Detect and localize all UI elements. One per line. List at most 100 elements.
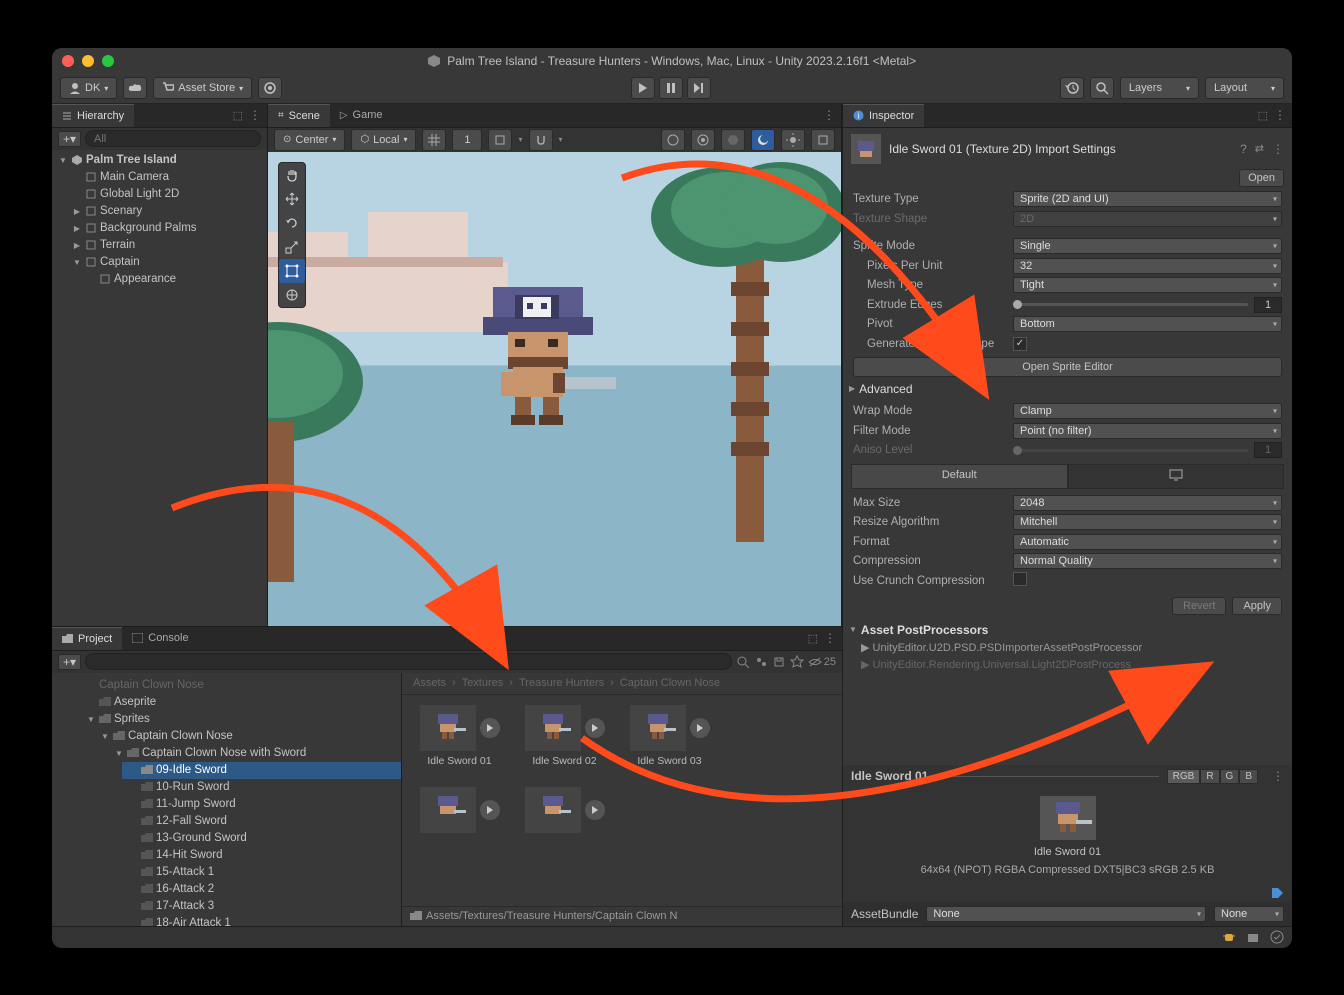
maximize-window[interactable] xyxy=(102,55,114,67)
rgb-button[interactable]: RGB xyxy=(1167,769,1201,784)
wrap-mode-dropdown[interactable]: Clamp xyxy=(1013,403,1282,419)
panel-menu-icon[interactable]: ⋮ xyxy=(1272,769,1284,783)
physics-checkbox[interactable]: ✓ xyxy=(1013,337,1027,351)
ppu-input[interactable]: 32 xyxy=(1013,258,1282,274)
lock-icon[interactable]: ⬚ xyxy=(808,632,818,645)
tree-item-selected[interactable]: 09-Idle Sword xyxy=(122,762,401,779)
pivot-toggle[interactable]: ⊙Center▾ xyxy=(274,129,345,151)
assetbundle-variant-dropdown[interactable]: None xyxy=(1214,906,1284,922)
package-icon[interactable] xyxy=(1246,930,1260,944)
scene-view[interactable] xyxy=(268,152,841,626)
apply-button[interactable]: Apply xyxy=(1232,597,1282,615)
grid-toggle[interactable] xyxy=(422,129,446,151)
tree-item[interactable]: 14-Hit Sword xyxy=(122,847,401,864)
scene-root[interactable]: ▼Palm Tree Island xyxy=(52,152,267,169)
pause-button[interactable] xyxy=(659,77,683,99)
advanced-foldout[interactable]: ▶Advanced xyxy=(843,380,1292,398)
hierarchy-item[interactable]: ▶Terrain xyxy=(66,237,267,254)
hierarchy-item[interactable]: ▶Background Palms xyxy=(66,220,267,237)
hierarchy-item[interactable]: ▶Scenary xyxy=(66,203,267,220)
tree-item[interactable]: 12-Fall Sword xyxy=(122,813,401,830)
platform-tab-default[interactable]: Default xyxy=(851,464,1068,489)
panel-menu-icon[interactable]: ⋮ xyxy=(823,108,835,122)
platform-tab-standalone[interactable] xyxy=(1068,464,1285,489)
tree-item[interactable]: 15-Attack 1 xyxy=(122,864,401,881)
hidden-toggle[interactable]: 25 xyxy=(808,656,836,668)
panel-menu-icon[interactable]: ⋮ xyxy=(1274,108,1286,122)
tree-item[interactable]: ▼Sprites xyxy=(80,711,401,728)
tree-item[interactable]: 13-Ground Sword xyxy=(122,830,401,847)
hand-tool[interactable] xyxy=(279,163,305,187)
project-search[interactable] xyxy=(85,653,732,670)
sprite-editor-button[interactable]: Open Sprite Editor xyxy=(853,357,1282,377)
tree-item[interactable]: ▼Captain Clown Nose xyxy=(94,728,401,745)
play-preview-icon[interactable] xyxy=(480,718,500,738)
settings-button[interactable] xyxy=(258,77,282,99)
asset-item[interactable]: Idle Sword 02 xyxy=(517,705,612,767)
assetbundle-dropdown[interactable]: None xyxy=(926,906,1206,922)
bug-icon[interactable] xyxy=(1222,930,1236,944)
panel-menu-icon[interactable]: ⋮ xyxy=(1272,142,1284,156)
rotate-tool[interactable] xyxy=(279,211,305,235)
favorite-icon[interactable] xyxy=(790,655,804,669)
play-preview-icon[interactable] xyxy=(585,800,605,820)
undo-history-button[interactable] xyxy=(1060,77,1084,99)
play-preview-icon[interactable] xyxy=(690,718,710,738)
tab-project[interactable]: Project xyxy=(52,627,122,650)
extrude-slider[interactable]: 1 xyxy=(1013,297,1282,313)
draw-mode[interactable] xyxy=(661,129,685,151)
tree-item[interactable]: 10-Run Sword xyxy=(122,779,401,796)
hierarchy-item[interactable]: Appearance xyxy=(80,271,267,288)
hierarchy-search[interactable] xyxy=(85,130,261,147)
tree-item[interactable]: 17-Attack 3 xyxy=(122,898,401,915)
layout-dropdown[interactable]: Layout▾ xyxy=(1205,77,1284,99)
sprite-mode-dropdown[interactable]: Single xyxy=(1013,238,1282,254)
search-button[interactable] xyxy=(1090,77,1114,99)
tree-item[interactable]: 16-Attack 2 xyxy=(122,881,401,898)
move-tool[interactable] xyxy=(279,187,305,211)
format-dropdown[interactable]: Automatic xyxy=(1013,534,1282,550)
open-button[interactable]: Open xyxy=(1239,169,1284,187)
transform-tool[interactable] xyxy=(279,283,305,307)
hierarchy-item[interactable]: Global Light 2D xyxy=(66,186,267,203)
tree-item[interactable]: ▼Captain Clown Nose with Sword xyxy=(108,745,401,762)
grid-size[interactable]: 1 xyxy=(452,129,482,151)
asset-item[interactable] xyxy=(517,787,612,833)
cloud-button[interactable] xyxy=(123,77,147,99)
hierarchy-item[interactable]: ▼Captain xyxy=(66,254,267,271)
minimize-window[interactable] xyxy=(82,55,94,67)
play-preview-icon[interactable] xyxy=(585,718,605,738)
add-button[interactable]: +▾ xyxy=(58,131,81,147)
layers-dropdown[interactable]: Layers▾ xyxy=(1120,77,1199,99)
tab-inspector[interactable]: i Inspector xyxy=(843,104,924,127)
filter-mode-dropdown[interactable]: Point (no filter) xyxy=(1013,423,1282,439)
panel-menu-icon[interactable]: ⋮ xyxy=(249,108,261,122)
tab-game[interactable]: ▷Game xyxy=(330,104,393,127)
max-size-dropdown[interactable]: 2048 xyxy=(1013,495,1282,511)
rect-tool[interactable] xyxy=(279,259,305,283)
add-button[interactable]: +▾ xyxy=(58,654,81,670)
tab-console[interactable]: Console xyxy=(122,627,198,650)
crunch-checkbox[interactable] xyxy=(1013,572,1027,586)
asset-item[interactable]: Idle Sword 03 xyxy=(622,705,717,767)
snap-button[interactable] xyxy=(488,129,512,151)
asset-store-dropdown[interactable]: Asset Store ▾ xyxy=(153,77,252,99)
account-dropdown[interactable]: DK ▾ xyxy=(60,77,117,99)
light-toggle[interactable] xyxy=(751,129,775,151)
shaded-mode[interactable] xyxy=(721,129,745,151)
mesh-type-dropdown[interactable]: Tight xyxy=(1013,277,1282,293)
fx-toggle[interactable] xyxy=(811,129,835,151)
scale-tool[interactable] xyxy=(279,235,305,259)
panel-menu-icon[interactable]: ⋮ xyxy=(824,631,836,645)
asset-item[interactable] xyxy=(412,787,507,833)
lock-icon[interactable]: ⬚ xyxy=(233,109,243,122)
search-icon[interactable] xyxy=(736,655,750,669)
texture-type-dropdown[interactable]: Sprite (2D and UI) xyxy=(1013,191,1282,207)
r-button[interactable]: R xyxy=(1200,769,1219,784)
check-icon[interactable] xyxy=(1270,930,1284,944)
tab-hierarchy[interactable]: Hierarchy xyxy=(52,104,134,127)
postprocessors-foldout[interactable]: ▼Asset PostProcessors xyxy=(843,621,1292,639)
breadcrumb[interactable]: Assets› Textures› Treasure Hunters› Capt… xyxy=(402,673,842,695)
hierarchy-item[interactable]: Main Camera xyxy=(66,169,267,186)
play-button[interactable] xyxy=(631,77,655,99)
